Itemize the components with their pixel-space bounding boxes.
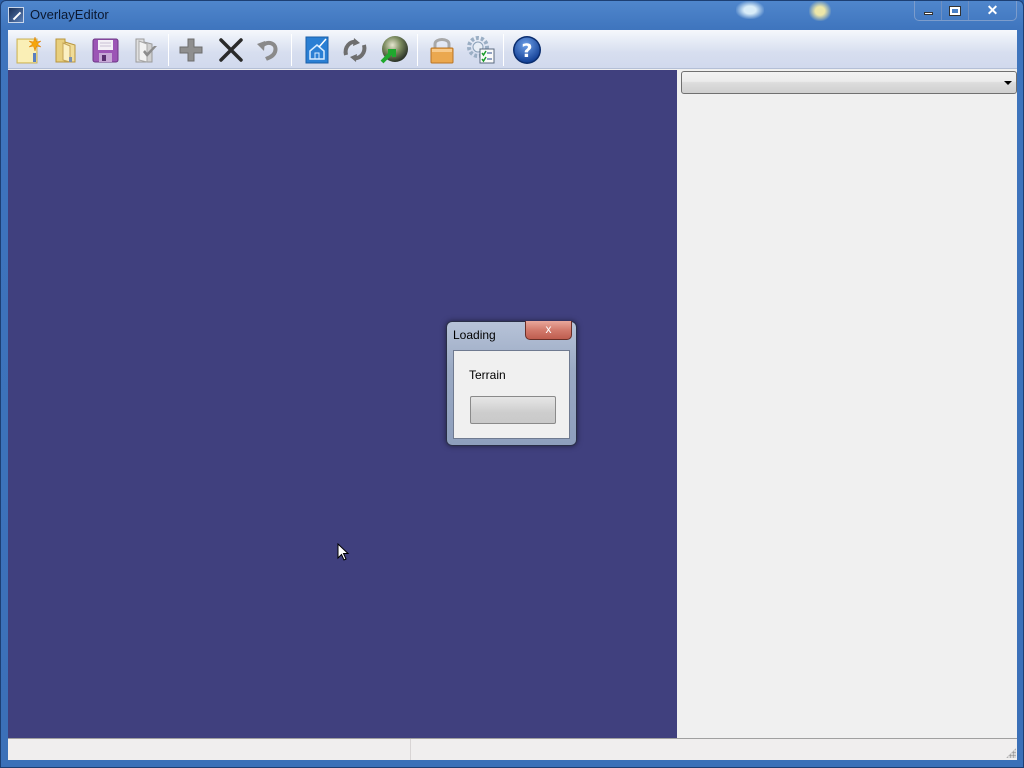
status-pane-left: [8, 739, 411, 760]
toolbar-separator: [503, 34, 504, 66]
object-type-dropdown[interactable]: [681, 71, 1017, 94]
dialog-title: Loading: [453, 328, 496, 342]
lock-icon: [430, 38, 454, 64]
close-icon: x: [545, 322, 552, 336]
help-icon: ?: [513, 36, 541, 64]
help-button[interactable]: ?: [510, 33, 544, 67]
toolbar-separator: [168, 34, 169, 66]
open-folder-icon: [55, 38, 76, 63]
reload-button[interactable]: [338, 33, 372, 67]
maximize-icon: [949, 5, 961, 16]
loading-label: Terrain: [469, 368, 506, 382]
reload-arrows-icon: [343, 38, 367, 62]
side-panel: [677, 70, 1017, 738]
window-title: OverlayEditor: [30, 7, 109, 22]
title-bar[interactable]: OverlayEditor ✕: [1, 1, 1023, 29]
toolbar-separator: [291, 34, 292, 66]
loading-progress-bar: [470, 396, 556, 424]
preferences-button[interactable]: [464, 33, 498, 67]
chevron-down-icon: [1004, 81, 1012, 85]
background-desktop-icon: [809, 1, 831, 21]
preferences-gear-icon: [467, 36, 495, 64]
lock-button[interactable]: [425, 33, 459, 67]
mouse-cursor-icon: [337, 543, 350, 561]
airport-editor-icon: [305, 36, 329, 64]
add-button[interactable]: [174, 33, 208, 67]
minimize-button[interactable]: [915, 1, 942, 20]
app-icon[interactable]: [8, 7, 24, 23]
help-glyph: ?: [521, 40, 532, 62]
undo-button[interactable]: [251, 33, 285, 67]
save-disk-icon: [92, 38, 119, 63]
background-desktop-icon: [736, 1, 764, 19]
dialog-body: Terrain: [453, 350, 570, 439]
globe-goto-icon: [380, 36, 408, 64]
goto-button[interactable]: [377, 33, 411, 67]
open-button[interactable]: [49, 33, 83, 67]
close-button[interactable]: ✕: [969, 1, 1016, 20]
undo-icon: [257, 40, 278, 61]
add-plus-icon: [179, 38, 203, 62]
minimize-icon: [923, 12, 933, 15]
dialog-close-button[interactable]: x: [525, 321, 572, 340]
loading-dialog: Loading x Terrain: [446, 321, 577, 446]
close-icon: ✕: [986, 2, 999, 18]
save-button[interactable]: [88, 33, 122, 67]
status-bar: [8, 738, 1017, 760]
delete-x-icon: [219, 38, 243, 62]
import-button[interactable]: [128, 33, 162, 67]
delete-button[interactable]: [214, 33, 248, 67]
new-file-icon: [16, 36, 42, 64]
caption-buttons: ✕: [914, 1, 1017, 21]
maximize-button[interactable]: [942, 1, 969, 20]
status-pane-right: [412, 739, 1017, 760]
toolbar: ?: [8, 30, 1017, 69]
new-button[interactable]: [11, 33, 45, 67]
toolbar-separator: [417, 34, 418, 66]
import-icon: [135, 38, 157, 63]
airport-button[interactable]: [300, 33, 334, 67]
